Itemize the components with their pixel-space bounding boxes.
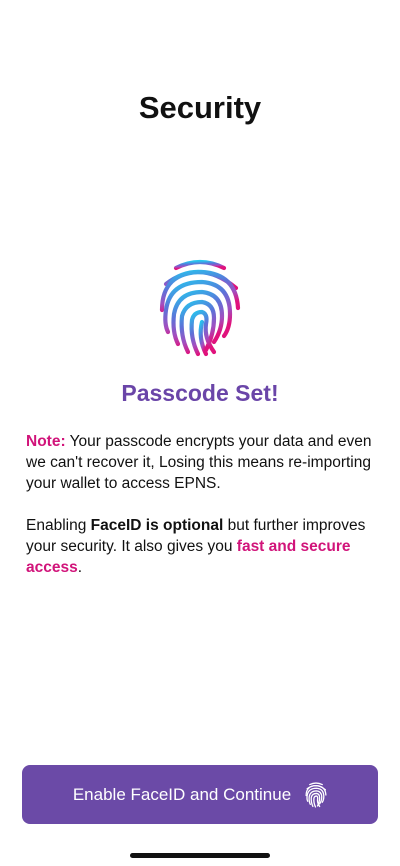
page-title: Security [138, 90, 262, 125]
enable-faceid-continue-label: Enable FaceID and Continue [72, 784, 292, 804]
faceid-info-prefix: Enabling [26, 517, 91, 534]
faceid-info-paragraph: Enabling FaceID is optional but further … [26, 515, 378, 578]
note-text: Your passcode encrypts your data and eve… [26, 433, 372, 492]
fingerprint-icon [305, 781, 327, 808]
faceid-info-suffix: . [77, 559, 83, 576]
fingerprint-icon [158, 258, 242, 358]
note-paragraph: Note: Your passcode encrypts your data a… [26, 431, 378, 494]
enable-faceid-continue-button[interactable]: Enable FaceID and Continue [22, 765, 378, 824]
passcode-set-headline: Passcode Set! [121, 380, 279, 406]
faceid-optional-text: FaceID is optional [90, 517, 224, 534]
home-indicator [130, 853, 270, 858]
note-label: Note: [26, 433, 66, 450]
